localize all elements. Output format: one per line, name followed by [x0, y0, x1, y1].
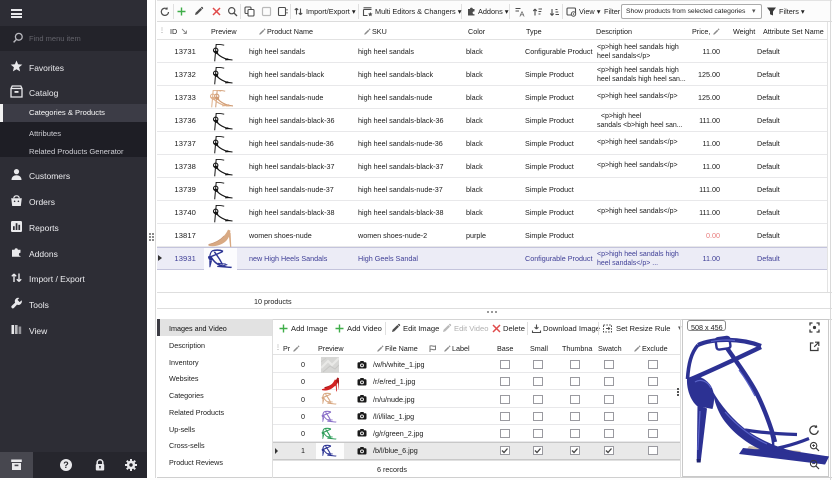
svg-text:?: ? — [63, 460, 69, 470]
svg-text:A: A — [520, 10, 525, 19]
